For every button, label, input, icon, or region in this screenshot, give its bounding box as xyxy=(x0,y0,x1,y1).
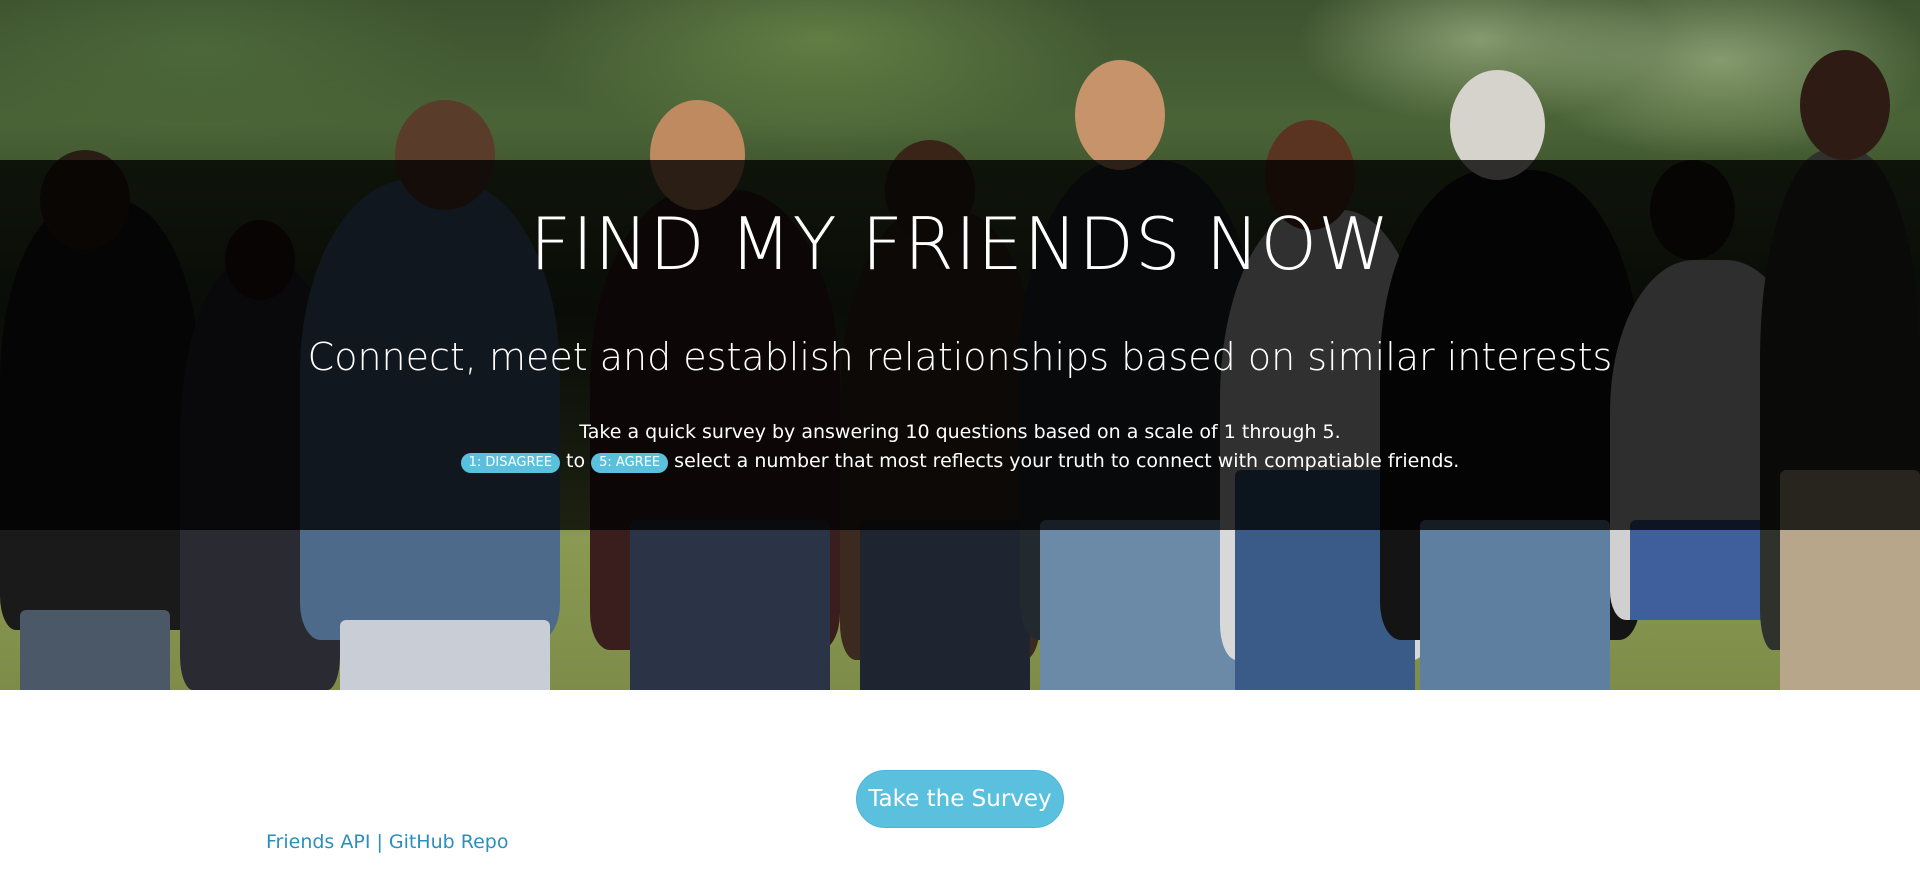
person-jeans xyxy=(20,610,170,690)
agree-badge: 5: AGREE xyxy=(591,453,669,473)
hero-subtitle: Connect, meet and establish relationship… xyxy=(307,335,1613,379)
disagree-badge: 1: DISAGREE xyxy=(460,453,560,473)
person-jeans xyxy=(1420,520,1610,690)
github-repo-link[interactable]: GitHub Repo xyxy=(389,831,509,853)
hero-description: Take a quick survey by answering 10 ques… xyxy=(0,418,1920,476)
footer-links: Friends API | GitHub Repo xyxy=(266,828,508,856)
person-jeans xyxy=(340,620,550,690)
connector-text: to xyxy=(566,450,586,472)
take-survey-button[interactable]: Take the Survey xyxy=(856,770,1064,828)
person-head xyxy=(1075,60,1165,170)
person-head xyxy=(1800,50,1890,160)
page-title: FIND MY FRIENDS NOW xyxy=(529,202,1391,286)
description-line-2-text: select a number that most reflects your … xyxy=(674,450,1460,472)
friends-api-link[interactable]: Friends API xyxy=(266,831,370,853)
person-jeans xyxy=(630,520,830,690)
description-line-1: Take a quick survey by answering 10 ques… xyxy=(579,421,1341,443)
link-separator: | xyxy=(376,831,383,853)
description-line-2: 1: DISAGREE to 5: AGREE select a number … xyxy=(0,447,1920,476)
person-jeans xyxy=(860,520,1030,690)
person-jeans xyxy=(1040,520,1240,690)
hero-banner: FIND MY FRIENDS NOW Connect, meet and es… xyxy=(0,0,1920,690)
